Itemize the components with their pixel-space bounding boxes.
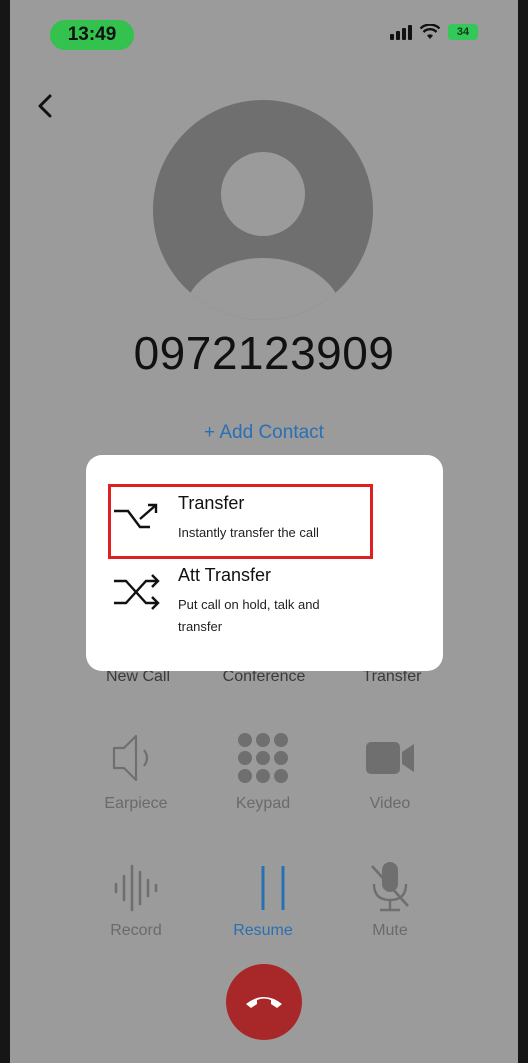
battery-indicator: 34 (448, 24, 478, 40)
speaker-icon[interactable] (106, 728, 166, 788)
pause-icon[interactable] (243, 858, 303, 918)
add-contact-link[interactable]: + Add Contact (10, 422, 518, 444)
end-call-button[interactable] (226, 964, 302, 1040)
record-label: Record (110, 922, 162, 939)
chevron-left-icon[interactable] (30, 88, 60, 124)
transfer-options-popup: Transfer Instantly transfer the call Att… (86, 455, 443, 671)
signal-icon (390, 24, 412, 40)
waveform-icon[interactable] (106, 858, 166, 918)
phone-number: 0972123909 (133, 327, 395, 379)
att-transfer-option[interactable]: Att Transfer Put call on hold, talk and … (110, 565, 328, 638)
call-screen: 13:49 34 0972123909 + Add Contact New Ca… (0, 0, 528, 1063)
avatar (153, 100, 373, 320)
resume-label: Resume (233, 922, 293, 939)
shuffle-icon (114, 574, 160, 610)
status-icons: 34 (390, 24, 478, 40)
att-transfer-option-title: Att Transfer (178, 565, 272, 585)
highlight-box (108, 484, 373, 559)
earpiece-label: Earpiece (104, 795, 168, 812)
video-camera-icon[interactable] (360, 728, 420, 788)
wifi-icon (420, 24, 440, 39)
keypad-icon[interactable] (233, 728, 293, 788)
mic-off-icon[interactable] (360, 858, 420, 918)
video-label: Video (369, 795, 411, 812)
status-time: 13:49 (50, 20, 134, 50)
att-transfer-option-subtitle: Put call on hold, talk and transfer (178, 597, 320, 634)
phone-hangup-icon (246, 997, 282, 1008)
mute-label: Mute (372, 922, 408, 939)
keypad-label: Keypad (235, 795, 291, 812)
